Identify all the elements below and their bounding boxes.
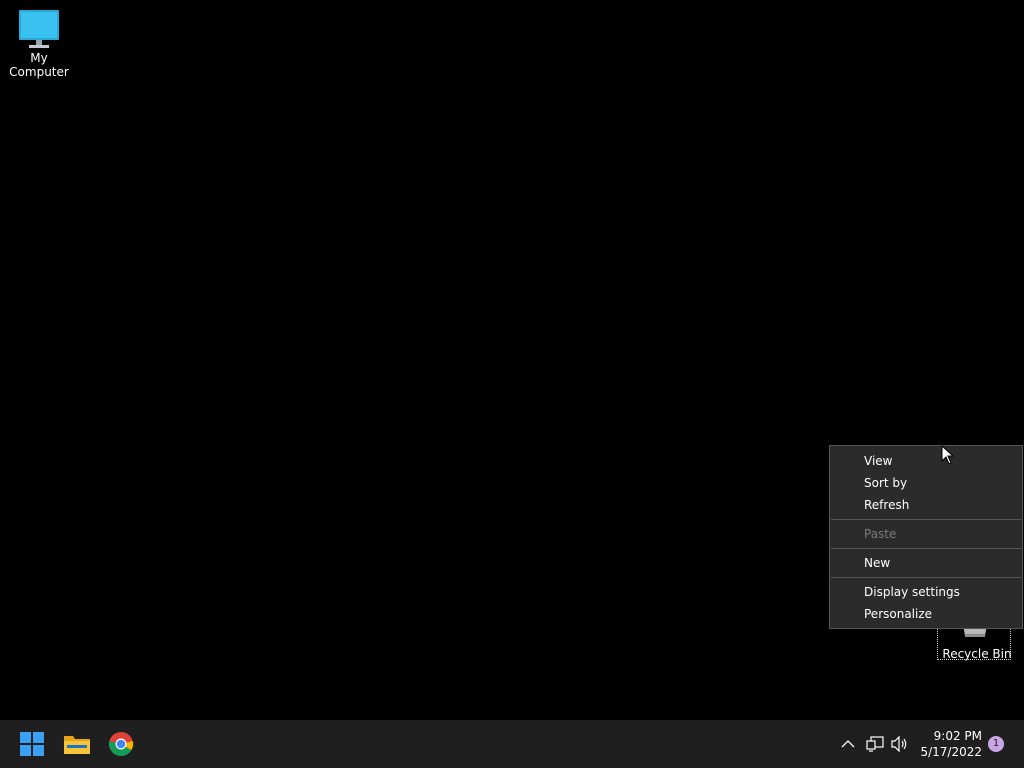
taskbar-clock[interactable]: 9:02 PM 5/17/2022 bbox=[914, 728, 982, 760]
menu-separator bbox=[831, 519, 1021, 520]
file-explorer-icon[interactable] bbox=[61, 728, 93, 760]
menu-item-refresh[interactable]: Refresh bbox=[830, 494, 1022, 516]
notification-badge[interactable]: 1 bbox=[988, 736, 1004, 752]
menu-separator bbox=[831, 577, 1021, 578]
menu-item-paste: Paste bbox=[864, 527, 897, 541]
network-icon[interactable] bbox=[865, 734, 885, 754]
desktop-icon-label: My Computer bbox=[9, 51, 69, 79]
desktop-icon-my-computer[interactable]: My Computer bbox=[0, 8, 78, 80]
clock-date: 5/17/2022 bbox=[920, 745, 982, 759]
menu-item-sort-by[interactable]: Sort by bbox=[830, 472, 1022, 494]
desktop-icon-label: Recycle Bin bbox=[942, 647, 1012, 661]
desktop[interactable]: My Computer Recycle Bin View Sort by Ref… bbox=[0, 0, 1024, 720]
menu-separator bbox=[831, 548, 1021, 549]
clock-time: 9:02 PM bbox=[933, 729, 982, 743]
menu-item-new[interactable]: New bbox=[830, 552, 1022, 574]
monitor-icon bbox=[0, 8, 78, 50]
menu-item-personalize[interactable]: Personalize bbox=[830, 603, 1022, 625]
desktop-context-menu: View Sort by Refresh Paste New Display s… bbox=[829, 445, 1023, 629]
taskbar: 9:02 PM 5/17/2022 bbox=[0, 720, 1024, 768]
volume-icon[interactable] bbox=[890, 734, 910, 754]
menu-item-display-settings[interactable]: Display settings bbox=[830, 581, 1022, 603]
mouse-cursor-icon bbox=[941, 444, 955, 469]
menu-item-view[interactable]: View bbox=[830, 450, 1022, 472]
windows-start-icon[interactable] bbox=[16, 728, 48, 760]
chevron-up-icon[interactable] bbox=[838, 734, 858, 754]
chrome-icon[interactable] bbox=[105, 728, 137, 760]
